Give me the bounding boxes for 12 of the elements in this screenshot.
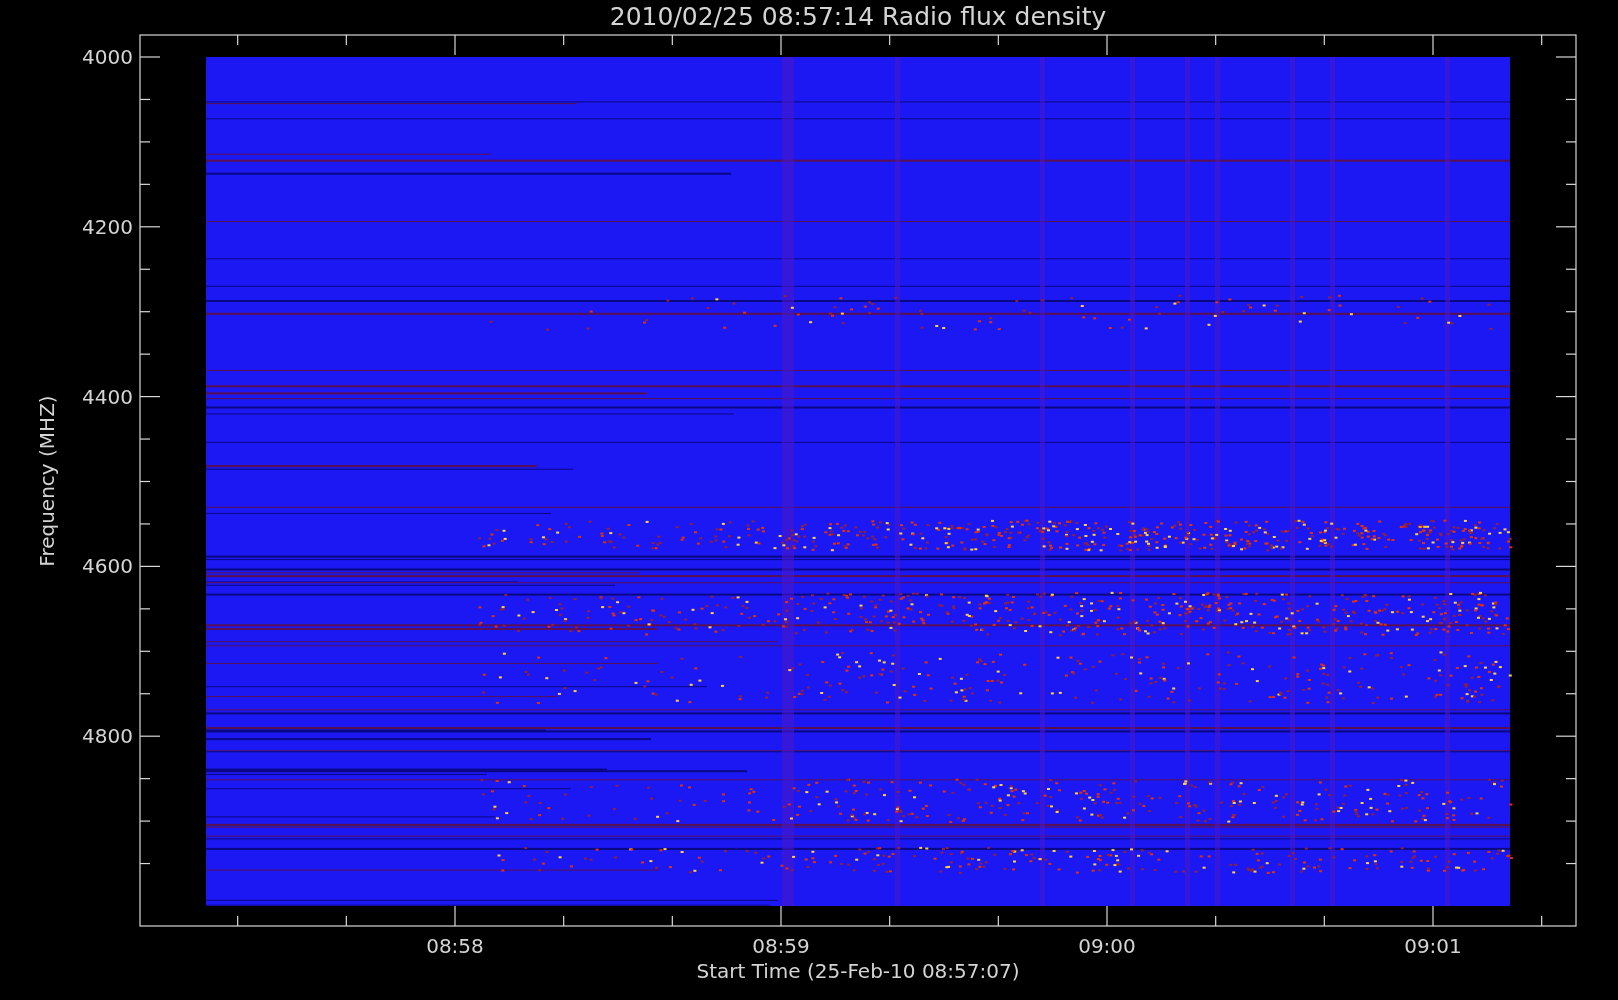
y-tick-label: 4800	[82, 724, 133, 749]
x-tick-label: 08:59	[752, 934, 810, 958]
x-tick-label: 09:01	[1404, 934, 1462, 958]
x-tick-label: 09:00	[1078, 934, 1136, 958]
y-tick-label: 4200	[82, 214, 133, 239]
plot-title: 2010/02/25 08:57:14 Radio flux density	[609, 2, 1107, 31]
y-axis-label: Frequency (MHZ)	[35, 395, 59, 567]
y-tick-label: 4400	[82, 384, 133, 409]
x-tick-label: 08:58	[426, 934, 484, 958]
x-axis-label: Start Time (25-Feb-10 08:57:07)	[696, 959, 1020, 983]
y-tick-label: 4000	[82, 45, 133, 69]
y-tick-label: 4600	[82, 554, 133, 579]
